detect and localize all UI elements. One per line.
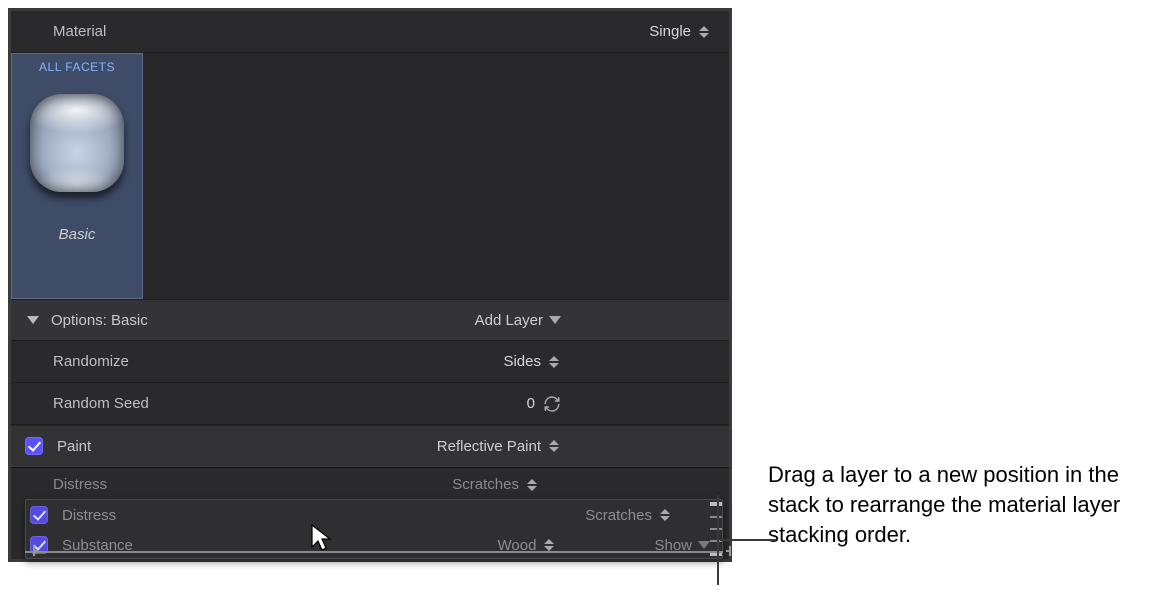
options-label: Options: Basic [51,312,475,329]
random-seed-value: 0 [527,395,535,412]
options-row[interactable]: Options: Basic Add Layer [11,299,729,341]
randomize-value: Sides [503,353,541,370]
annotation-text: Drag a layer to a new position in the st… [768,460,1158,550]
randomize-label: Randomize [53,353,503,370]
randomize-row: Randomize Sides [11,341,729,383]
stepper-icon [547,438,561,454]
material-orb-preview [30,94,124,192]
material-swatch [27,84,127,202]
layer-value-distress-ghost: Scratches [452,476,539,493]
random-seed-field[interactable]: 0 [527,395,561,413]
facet-tile-all[interactable]: ALL FACETS Basic [11,53,143,299]
checkbox-paint[interactable] [25,437,43,455]
disclosure-triangle-icon[interactable] [27,316,39,324]
material-panel: Material Single ALL FACETS Basic Options… [8,8,732,562]
drop-cap-right-icon [721,544,731,556]
layer-stack-area[interactable]: Distress Scratches Distress Scratches [11,467,729,559]
add-layer-button[interactable]: Add Layer [475,312,561,329]
chevron-down-icon [549,316,561,324]
add-layer-label: Add Layer [475,312,543,329]
random-seed-label: Random Seed [53,395,527,412]
material-label: Material [53,23,649,40]
layer-row-paint[interactable]: Paint Reflective Paint [11,425,729,467]
stepper-icon [658,507,672,523]
material-mode-select[interactable]: Single [649,23,711,40]
cursor-icon [309,523,333,553]
material-preview-area: ALL FACETS Basic [11,53,729,299]
facet-title: ALL FACETS [39,60,115,74]
checkbox-distress[interactable] [30,506,48,524]
drop-cap-left-icon [33,544,43,556]
layer-value-paint: Reflective Paint [437,438,541,455]
layer-value-paint-select[interactable]: Reflective Paint [437,438,561,455]
randomize-select[interactable]: Sides [503,353,561,370]
drop-target-line [25,551,723,553]
dragged-layer[interactable]: Distress Scratches Substance Wood [25,499,723,559]
refresh-icon[interactable] [543,395,561,413]
annotation: Drag a layer to a new position in the st… [768,460,1158,550]
material-mode-value: Single [649,23,691,40]
layer-label-distress-ghost: Distress [53,476,107,493]
stepper-icon [547,354,561,370]
annotation-leader-line [720,539,776,541]
stepper-icon [525,477,539,493]
drag-line-substance: Substance Wood Show [26,530,722,559]
chevron-down-icon [698,541,710,549]
drag-value-distress: Scratches [585,507,672,524]
facet-name: Basic [59,226,96,243]
stepper-icon [697,24,711,40]
drag-label-distress: Distress [62,507,585,524]
material-header-row: Material Single [11,11,729,53]
layer-label-paint: Paint [57,438,437,455]
drag-line-distress: Distress Scratches [26,500,722,530]
random-seed-row: Random Seed 0 [11,383,729,425]
